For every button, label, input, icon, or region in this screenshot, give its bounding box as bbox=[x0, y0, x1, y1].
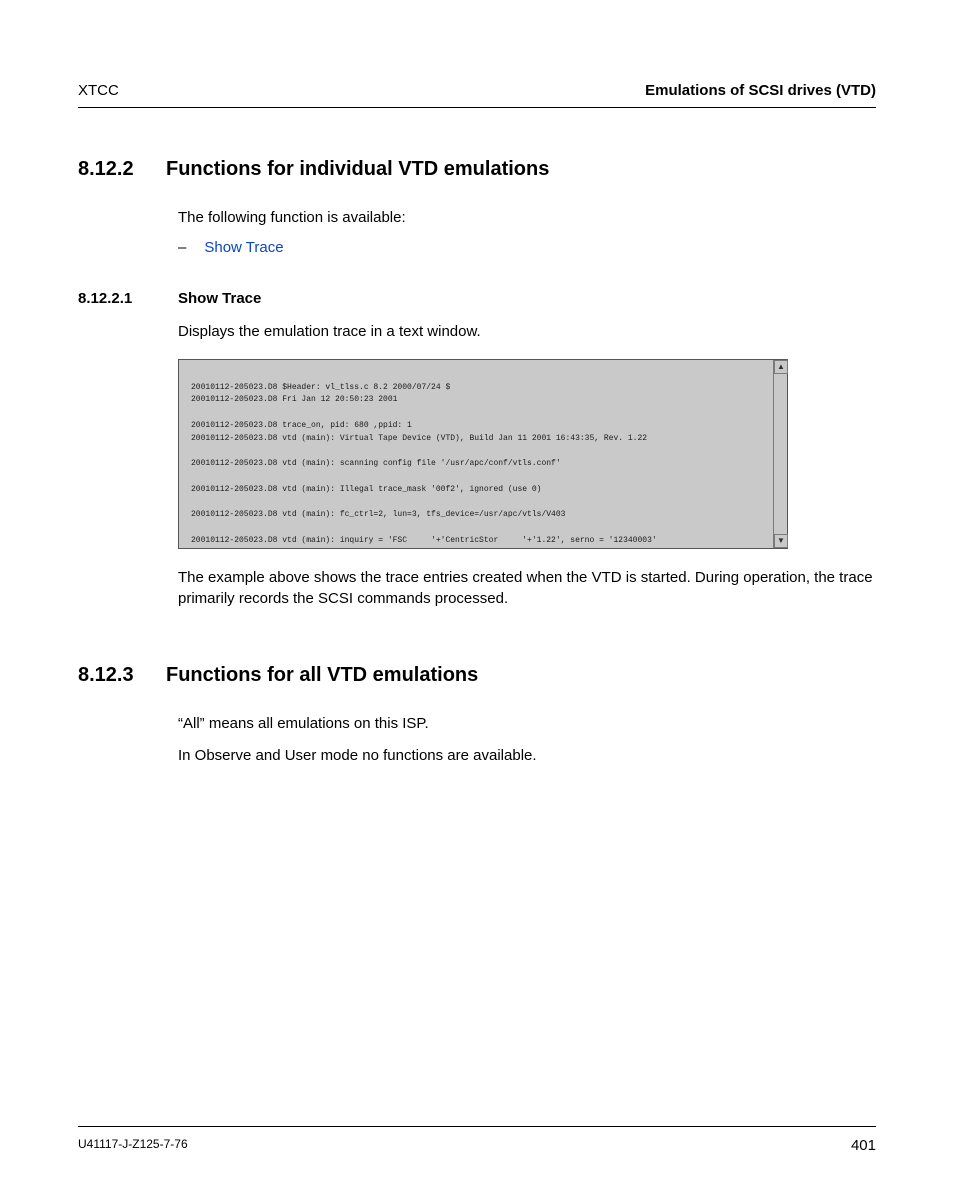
paragraph-all-meaning: “All” means all emulations on this ISP. bbox=[178, 713, 876, 735]
trace-window: 20010112-205023.D8 $Header: vl_tlss.c 8.… bbox=[178, 359, 788, 549]
trace-text: 20010112-205023.D8 $Header: vl_tlss.c 8.… bbox=[191, 382, 765, 548]
heading-8-12-2: 8.12.2 Functions for individual VTD emul… bbox=[78, 158, 876, 181]
paragraph-observe-user: In Observe and User mode no functions ar… bbox=[178, 745, 876, 767]
document-id: U41117-J-Z125-7-76 bbox=[78, 1137, 188, 1154]
footer-row: U41117-J-Z125-7-76 401 bbox=[78, 1137, 876, 1154]
bullet-dash: – bbox=[178, 239, 186, 256]
heading-8-12-3: 8.12.3 Functions for all VTD emulations bbox=[78, 664, 876, 687]
intro-paragraph: The following function is available: bbox=[178, 207, 876, 229]
scrollbar-vertical[interactable]: ▲ ▼ bbox=[773, 360, 787, 548]
section-body: The following function is available: – S… bbox=[178, 207, 876, 256]
page-footer: U41117-J-Z125-7-76 401 bbox=[78, 1126, 876, 1154]
heading-title: Functions for all VTD emulations bbox=[166, 664, 478, 687]
trace-caption: The example above shows the trace entrie… bbox=[178, 567, 876, 611]
heading-title: Functions for individual VTD emulations bbox=[166, 158, 549, 181]
trace-viewport: 20010112-205023.D8 $Header: vl_tlss.c 8.… bbox=[179, 360, 773, 548]
footer-rule bbox=[78, 1126, 876, 1127]
chevron-up-icon: ▲ bbox=[777, 363, 785, 371]
bullet-item: – Show Trace bbox=[178, 239, 876, 256]
content: 8.12.2 Functions for individual VTD emul… bbox=[78, 108, 876, 767]
heading-number: 8.12.2.1 bbox=[78, 290, 160, 307]
section-body: Displays the emulation trace in a text w… bbox=[178, 321, 876, 610]
header-right: Emulations of SCSI drives (VTD) bbox=[645, 82, 876, 99]
section-body: “All” means all emulations on this ISP. … bbox=[178, 713, 876, 767]
scroll-up-button[interactable]: ▲ bbox=[774, 360, 788, 374]
page: XTCC Emulations of SCSI drives (VTD) 8.1… bbox=[0, 0, 954, 1204]
show-trace-description: Displays the emulation trace in a text w… bbox=[178, 321, 876, 343]
page-number: 401 bbox=[851, 1137, 876, 1154]
scroll-down-button[interactable]: ▼ bbox=[774, 534, 788, 548]
heading-number: 8.12.3 bbox=[78, 664, 148, 687]
heading-title: Show Trace bbox=[178, 290, 261, 307]
chevron-down-icon: ▼ bbox=[777, 537, 785, 545]
running-header: XTCC Emulations of SCSI drives (VTD) bbox=[78, 82, 876, 105]
show-trace-link[interactable]: Show Trace bbox=[204, 239, 283, 256]
header-left: XTCC bbox=[78, 82, 119, 99]
heading-number: 8.12.2 bbox=[78, 158, 148, 181]
heading-8-12-2-1: 8.12.2.1 Show Trace bbox=[78, 290, 876, 307]
spacer bbox=[78, 620, 876, 664]
